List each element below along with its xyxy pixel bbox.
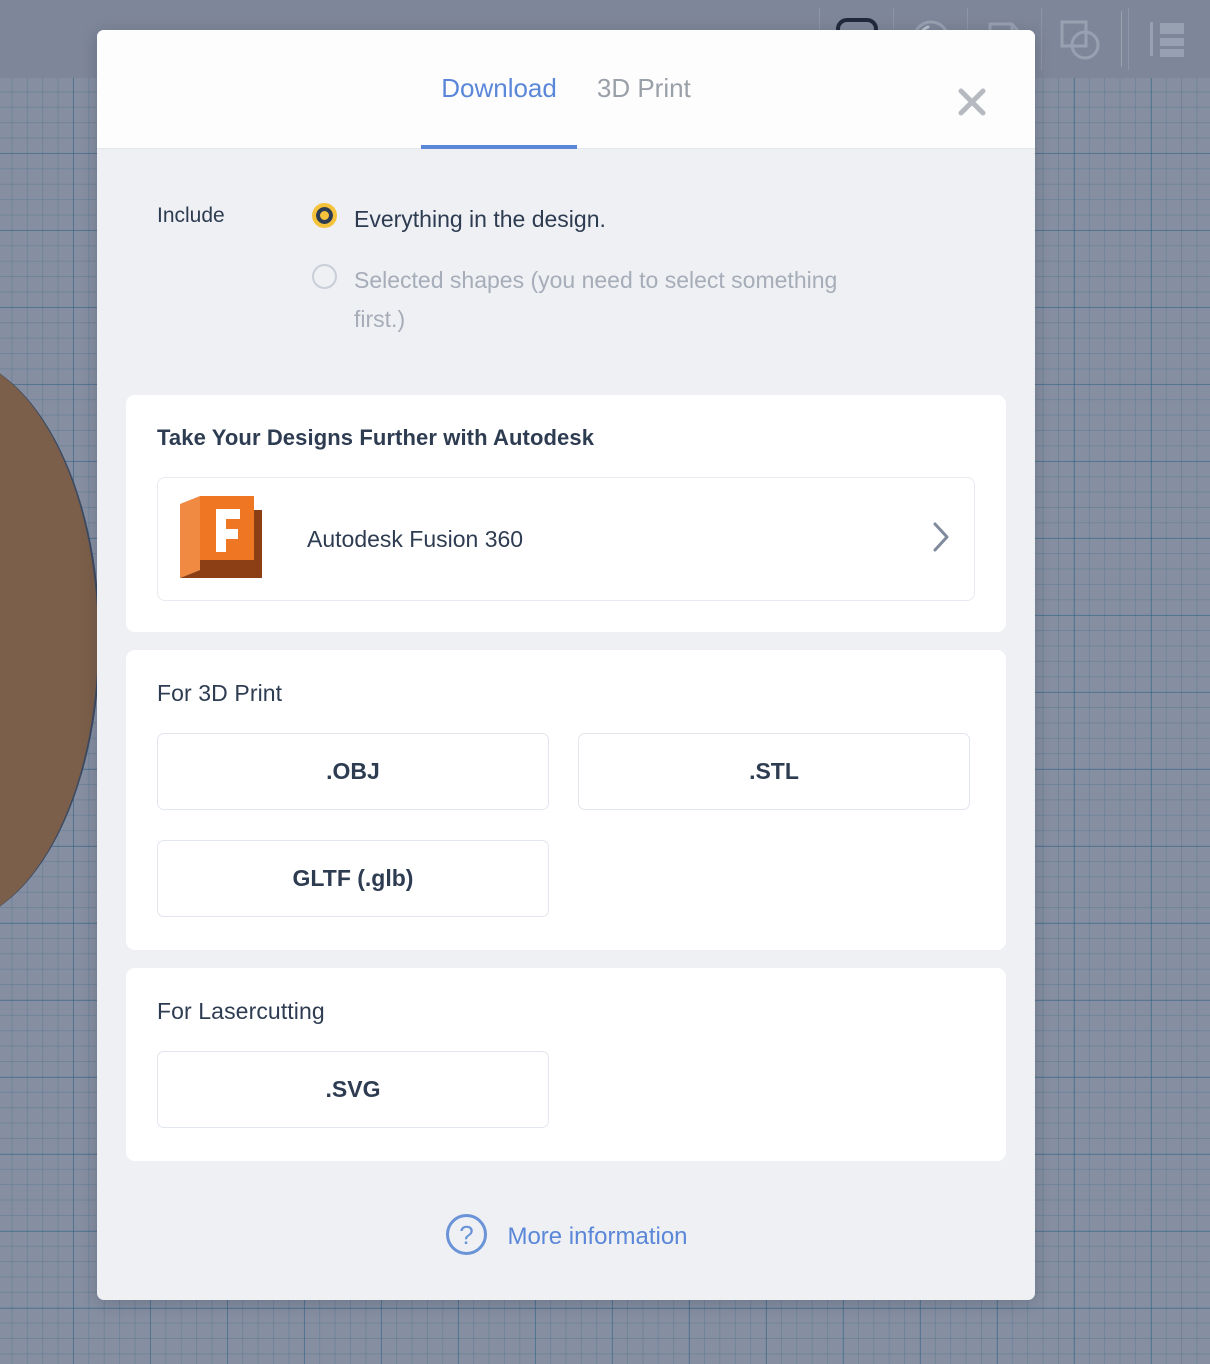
download-dialog: Download 3D Print Include Everything in … xyxy=(97,30,1035,1300)
svg-text:?: ? xyxy=(460,1220,474,1250)
radio-selected-icon xyxy=(312,203,337,228)
toolbar-divider xyxy=(1121,11,1122,67)
radio-unselected-icon xyxy=(312,264,337,289)
more-information-label: More information xyxy=(507,1223,688,1250)
dialog-body: Include Everything in the design. Select… xyxy=(97,149,1035,1174)
fusion-360-icon xyxy=(174,492,274,586)
radio-everything-label: Everything in the design. xyxy=(354,206,606,232)
radio-everything-in-design[interactable]: Everything in the design. xyxy=(312,200,1006,239)
radio-selected-shapes-label: Selected shapes (you need to select some… xyxy=(354,267,838,332)
download-svg-button[interactable]: .SVG xyxy=(157,1051,549,1128)
download-gltf-button[interactable]: GLTF (.glb) xyxy=(157,840,549,917)
tinkercad-app: Download 3D Print Include Everything in … xyxy=(0,0,1210,1364)
dialog-tabs: Download 3D Print xyxy=(97,30,1035,149)
close-icon[interactable] xyxy=(955,85,989,119)
tab-3d-print[interactable]: 3D Print xyxy=(577,72,711,149)
dialog-header: Download 3D Print xyxy=(97,30,1035,149)
download-stl-button[interactable]: .STL xyxy=(578,733,970,810)
radio-selected-shapes[interactable]: Selected shapes (you need to select some… xyxy=(312,261,1006,339)
fusion-360-label: Autodesk Fusion 360 xyxy=(307,525,524,552)
for-3d-print-title: For 3D Print xyxy=(157,680,283,706)
fusion-360-row[interactable]: Autodesk Fusion 360 xyxy=(157,477,975,601)
for-3d-print-card: For 3D Print .OBJ .STL GLTF (.glb) xyxy=(126,650,1006,950)
autodesk-card-title: Take Your Designs Further with Autodesk xyxy=(157,425,595,450)
download-obj-button[interactable]: .OBJ xyxy=(157,733,549,810)
shape-combine-icon[interactable] xyxy=(1041,8,1115,70)
laser-format-buttons: .SVG xyxy=(157,1051,975,1128)
for-lasercutting-title: For Lasercutting xyxy=(157,998,325,1024)
for-lasercutting-card: For Lasercutting .SVG xyxy=(126,968,1006,1161)
autodesk-card: Take Your Designs Further with Autodesk xyxy=(126,395,1006,632)
print-format-buttons: .OBJ .STL GLTF (.glb) xyxy=(157,733,975,917)
question-circle-icon: ? xyxy=(444,1212,489,1262)
more-information-link[interactable]: ? More information xyxy=(97,1174,1035,1300)
chevron-right-icon xyxy=(930,520,952,559)
panel-layout-icon[interactable] xyxy=(1128,8,1202,70)
tab-download[interactable]: Download xyxy=(421,72,577,149)
include-label: Include xyxy=(157,204,225,227)
include-radio-group: Everything in the design. Selected shape… xyxy=(312,200,1006,361)
include-section: Include Everything in the design. Select… xyxy=(126,149,1006,361)
